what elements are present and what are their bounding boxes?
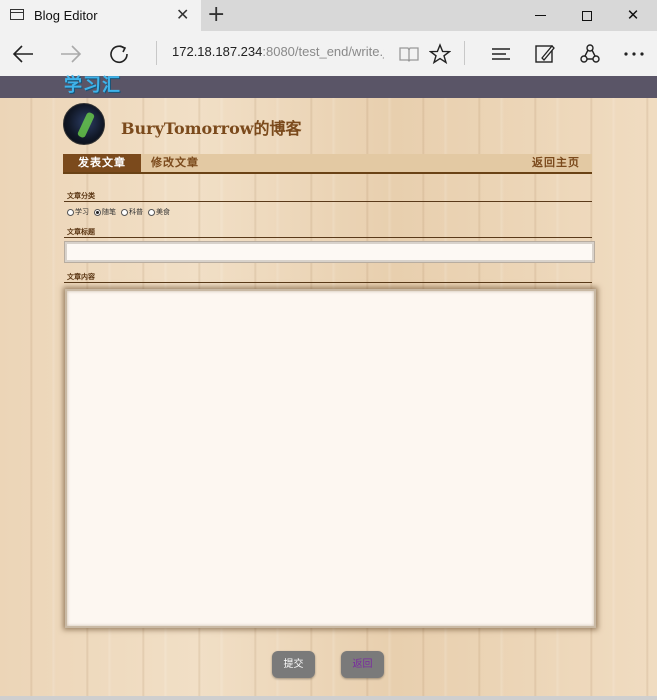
radio-study[interactable]: 学习 [67, 207, 89, 217]
blog-nav-tabs: 发表文章 修改文章 返回主页 [63, 154, 592, 174]
back-button[interactable] [8, 39, 38, 69]
hub-button[interactable] [486, 39, 516, 69]
submit-button[interactable]: 提交 [272, 651, 315, 678]
more-button[interactable] [619, 39, 649, 69]
minimize-icon [534, 15, 546, 16]
web-note-button[interactable] [530, 39, 560, 69]
maximize-icon [582, 10, 592, 21]
radio-essay[interactable]: 随笔 [94, 207, 116, 217]
browser-tab[interactable]: Blog Editor ✕ [0, 0, 201, 31]
page-icon [10, 9, 24, 20]
back-arrow-icon [12, 45, 33, 63]
category-radio-group: 学习 随笔 科普 美食 [67, 207, 170, 217]
toolbar-divider [464, 41, 465, 65]
category-label: 文章分类 [67, 192, 95, 200]
title-label: 文章标题 [67, 228, 95, 236]
radio-circle[interactable] [67, 208, 74, 216]
radio-circle[interactable] [148, 208, 155, 216]
radio-circle-checked[interactable] [94, 208, 101, 216]
tab-back-home[interactable]: 返回主页 [532, 154, 580, 172]
refresh-icon [110, 45, 128, 64]
back-link-button[interactable]: 返回 [341, 651, 384, 678]
tab-edit-article[interactable]: 修改文章 [151, 154, 199, 172]
content-divider [64, 282, 592, 283]
radio-food[interactable]: 美食 [148, 207, 170, 217]
radio-science[interactable]: 科普 [121, 207, 143, 217]
forward-arrow-icon [61, 45, 82, 63]
refresh-button[interactable] [104, 39, 134, 69]
address-bar[interactable]: 172.18.187.234:8080/test_end/write.js [172, 44, 384, 59]
avatar[interactable] [63, 103, 105, 145]
close-tab-icon[interactable]: ✕ [176, 5, 189, 25]
reading-view-button[interactable] [394, 39, 424, 69]
radio-label: 学习 [75, 208, 89, 216]
book-icon [399, 47, 419, 62]
tab-title: Blog Editor [34, 8, 98, 23]
maximize-button[interactable] [564, 4, 610, 26]
content-label: 文章内容 [67, 273, 95, 281]
minimize-button[interactable] [517, 4, 563, 26]
new-tab-icon[interactable]: + [207, 2, 225, 28]
blog-title: BuryTomorrow的博客 [121, 119, 302, 138]
hub-icon [492, 48, 510, 60]
browser-tab-strip: Blog Editor ✕ + ✕ [0, 0, 657, 31]
radio-circle[interactable] [121, 208, 128, 216]
browser-navbar: 172.18.187.234:8080/test_end/write.js [0, 31, 657, 76]
window-close-button[interactable]: ✕ [610, 4, 656, 26]
favorite-button[interactable] [425, 39, 455, 69]
tab-publish-article[interactable]: 发表文章 [63, 154, 141, 172]
title-divider [64, 237, 592, 238]
more-icon [624, 52, 644, 56]
article-title-input[interactable] [64, 241, 595, 263]
radio-label: 美食 [156, 208, 170, 216]
share-icon [580, 44, 600, 63]
address-path: :8080/test_end/write.js [262, 44, 384, 59]
address-host: 172.18.187.234 [172, 44, 263, 59]
radio-label: 随笔 [102, 208, 116, 216]
site-logo[interactable]: 学习汇 [64, 76, 121, 96]
pen-note-icon [535, 45, 555, 63]
article-content-textarea[interactable] [65, 289, 596, 628]
category-divider [64, 201, 592, 202]
horizontal-scrollbar[interactable] [0, 696, 657, 700]
share-button[interactable] [575, 39, 605, 69]
radio-label: 科普 [129, 208, 143, 216]
forward-button[interactable] [56, 39, 86, 69]
address-divider [156, 41, 157, 65]
star-icon [429, 43, 451, 65]
